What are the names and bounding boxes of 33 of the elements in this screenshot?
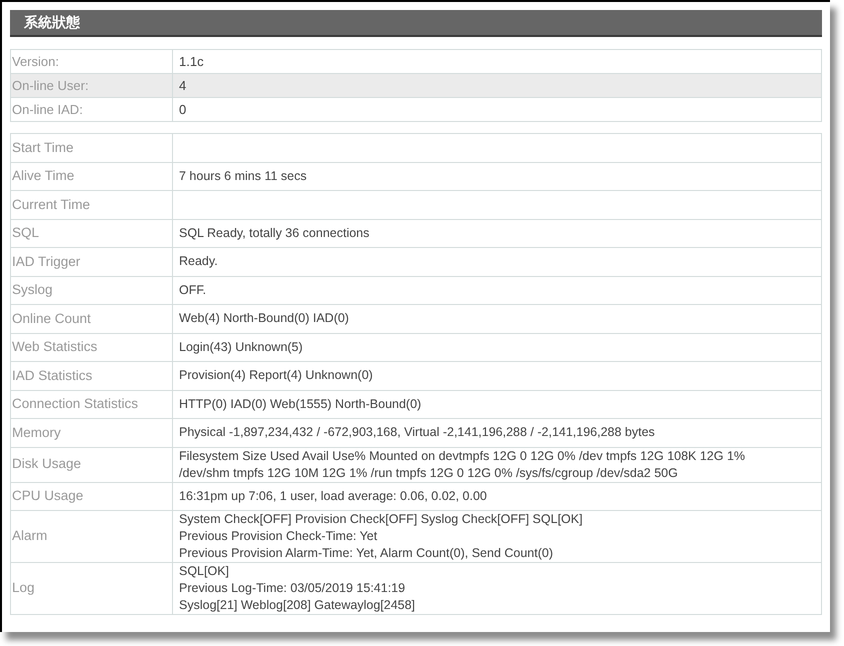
field-value: 16:31pm up 7:06, 1 user, load average: 0.06, 0.02, 0.00 [172,482,822,510]
field-label: Connection Statistics [10,390,172,418]
field-label: Disk Usage [10,447,172,482]
field-value: Filesystem Size Used Avail Use% Mounted on devtmpfs 12G 0 12G 0% /dev tmpfs 12G 108K 12G 1% /dev/shm tmpfs 12G 10M 12G 1% /run tmpfs 12G 0 12G 0% /sys/fs/cgroup /dev/sda2 50G [172,447,822,482]
field-label: On-line IAD: [10,98,172,122]
field-label: Start Time [10,134,172,162]
field-label: Current Time [10,190,172,219]
field-value: HTTP(0) IAD(0) Web(1555) North-Bound(0) [172,390,822,418]
field-label: SQL [10,219,172,248]
field-value: 0 [172,98,822,122]
field-value: OFF. [172,276,822,304]
field-value: SQL Ready, totally 36 connections [172,219,822,248]
field-label: Online Count [10,304,172,333]
field-label: IAD Statistics [10,362,172,390]
field-value: System Check[OFF] Provision Check[OFF] Syslog Check[OFF] SQL[OK] Previous Provision Check-Time: Yet Previous Provision Alarm-Time: Yet, Alarm Count(0), Send Count(0) [172,510,822,562]
field-label: Alive Time [10,162,172,190]
field-label: CPU Usage [10,482,172,510]
field-label: Version: [10,50,172,74]
field-value: Web(4) North-Bound(0) IAD(0) [172,304,822,333]
field-value: Physical -1,897,234,432 / -672,903,168, Virtual -2,141,196,288 / -2,141,196,288 bytes [172,418,822,447]
field-value: 7 hours 6 mins 11 secs [172,162,822,190]
field-label: Syslog [10,276,172,304]
field-value: 1.1c [172,50,822,74]
field-label: Alarm [10,510,172,562]
field-label: IAD Trigger [10,248,172,276]
panel-header: 系統狀態 [10,10,822,37]
field-label: Log [10,562,172,614]
field-value: Provision(4) Report(4) Unknown(0) [172,362,822,390]
field-label: Web Statistics [10,333,172,362]
field-value: SQL[OK] Previous Log-Time: 03/05/2019 15:41:19 Syslog[21] Weblog[208] Gatewaylog[2458] [172,562,822,614]
field-value: Ready. [172,248,822,276]
field-label: Memory [10,418,172,447]
field-value: Login(43) Unknown(5) [172,333,822,362]
